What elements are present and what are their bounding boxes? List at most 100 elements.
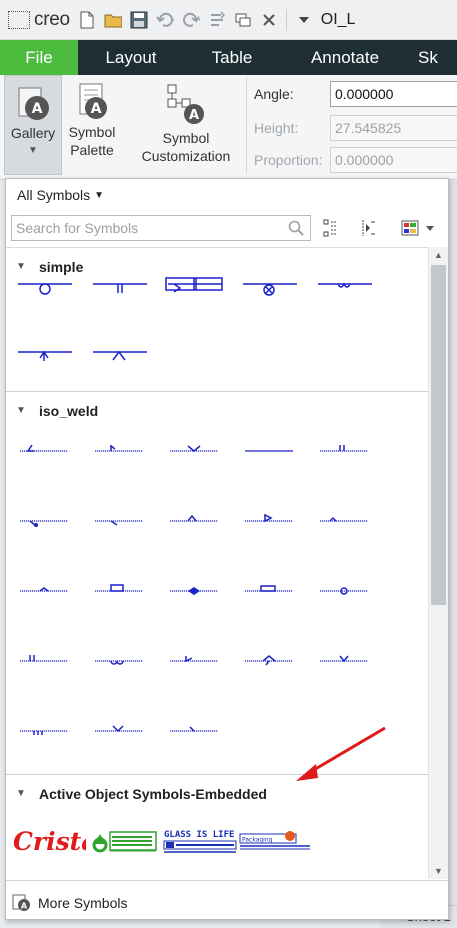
weld-symbol-5[interactable] (314, 436, 374, 466)
vertical-scrollbar[interactable]: ▲ ▼ (428, 247, 448, 879)
glass-is-life-text: GLASS IS LIFE (164, 830, 234, 840)
symbol-glyph (93, 283, 147, 293)
regenerate-icon[interactable] (208, 10, 226, 29)
section-divider (6, 774, 428, 775)
weld-symbol-20[interactable] (314, 646, 374, 676)
window-title: OI_L (320, 10, 356, 28)
weld-symbol-21[interactable] (14, 716, 74, 746)
symbol-glyph (170, 514, 218, 522)
view-options-icon[interactable] (398, 217, 438, 239)
close-window-icon[interactable] (260, 11, 278, 29)
cristar-logo-symbol[interactable]: Cristar (12, 824, 112, 858)
caret-down-icon: ▼ (94, 190, 105, 201)
symbol-palette-icon: A (79, 83, 107, 119)
open-folder-icon[interactable] (104, 11, 122, 29)
simple-symbol-4[interactable] (239, 276, 299, 306)
new-file-icon[interactable] (78, 11, 96, 29)
tab-sketch[interactable]: Sk (410, 40, 457, 75)
proportion-input[interactable] (330, 147, 457, 173)
weld-symbol-19[interactable] (239, 646, 299, 676)
weld-symbol-16[interactable] (14, 646, 74, 676)
weld-symbol-4[interactable] (239, 436, 299, 466)
packaging-logo-symbol[interactable]: Packaging (238, 824, 318, 858)
weld-symbol-23[interactable] (164, 716, 224, 746)
cristar-logo-text: Cristar (13, 827, 86, 856)
angle-input[interactable] (330, 81, 457, 107)
weld-symbol-11[interactable] (14, 576, 74, 606)
symbol-customization-label-2: Customization (141, 148, 231, 164)
all-symbols-dropdown[interactable]: All Symbols ▼ (17, 187, 104, 203)
simple-symbol-5[interactable] (314, 276, 374, 306)
recycle-logo-symbol[interactable] (88, 824, 162, 858)
symbol-palette-label-2: Palette (70, 142, 114, 158)
simple-symbol-6[interactable] (14, 344, 74, 374)
weld-symbol-3[interactable] (164, 436, 224, 466)
scroll-down-icon[interactable]: ▼ (429, 863, 448, 879)
angle-row: Angle: (254, 81, 457, 107)
weld-symbol-6[interactable] (14, 506, 74, 536)
weld-symbol-17[interactable] (89, 646, 149, 676)
symbol-glyph (18, 283, 72, 295)
undo-icon[interactable] (155, 11, 174, 29)
symbol-glyph (95, 725, 143, 733)
simple-symbol-2[interactable] (89, 276, 149, 306)
tab-layout[interactable]: Layout (78, 40, 184, 75)
collapse-triangle-icon: ▼ (16, 405, 26, 416)
height-input[interactable] (330, 115, 457, 141)
weld-symbol-22[interactable] (89, 716, 149, 746)
symbol-customization-button[interactable]: A Symbol Customization (132, 75, 240, 165)
simple-symbol-3[interactable] (164, 276, 224, 306)
tab-file[interactable]: File (0, 40, 78, 75)
scroll-up-icon[interactable]: ▲ (429, 247, 448, 263)
weld-symbol-15[interactable] (314, 576, 374, 606)
weld-symbol-9[interactable] (239, 506, 299, 536)
symbol-glyph (320, 655, 368, 663)
symbol-palette-button[interactable]: A Symbol Palette (64, 75, 120, 159)
glass-is-life-logo-symbol[interactable]: GLASS IS LIFE (162, 824, 240, 858)
symbol-glyph (170, 656, 218, 663)
symbol-glyph (170, 445, 218, 452)
section-iso-weld[interactable]: ▼ iso_weld (6, 398, 428, 424)
weld-symbol-13[interactable] (164, 576, 224, 606)
symbol-glyph (20, 520, 68, 527)
search-input[interactable] (12, 216, 272, 240)
creo-logo: creo (8, 9, 70, 31)
redo-icon[interactable] (182, 11, 200, 29)
windows-icon[interactable] (234, 11, 252, 29)
section-title: iso_weld (39, 403, 99, 419)
weld-symbol-1[interactable] (14, 436, 74, 466)
weld-symbol-8[interactable] (164, 506, 224, 536)
symbol-customization-label-1: Symbol (162, 130, 210, 146)
weld-symbol-12[interactable] (89, 576, 149, 606)
weld-symbol-7[interactable] (89, 506, 149, 536)
more-symbols-icon: A (12, 894, 30, 911)
tab-table[interactable]: Table (184, 40, 280, 75)
svg-text:A: A (189, 108, 199, 123)
customize-dropdown-icon[interactable] (295, 11, 313, 29)
simple-symbol-7[interactable] (89, 344, 149, 374)
simple-symbol-1[interactable] (14, 276, 74, 306)
ribbon-tabs: File Layout Table Annotate Sk (0, 40, 457, 75)
collapse-all-icon[interactable] (358, 217, 378, 239)
weld-symbol-2[interactable] (89, 436, 149, 466)
search-icon[interactable] (288, 220, 304, 236)
symbol-glyph (20, 730, 68, 735)
weld-symbol-10[interactable] (314, 506, 374, 536)
section-active-object-symbols[interactable]: ▼ Active Object Symbols-Embedded (6, 781, 428, 807)
symbol-glyph (245, 585, 293, 592)
chevron-down-icon: ▼ (28, 145, 38, 156)
logo-text: creo (34, 8, 70, 30)
weld-symbol-18[interactable] (164, 646, 224, 676)
app-menu-icon[interactable] (8, 10, 30, 29)
tab-annotate[interactable]: Annotate (280, 40, 410, 75)
symbol-glyph (165, 277, 223, 293)
more-symbols-button[interactable]: A More Symbols (12, 894, 127, 912)
ribbon-separator (246, 77, 247, 173)
scrollbar-thumb[interactable] (431, 265, 446, 605)
symbol-list: ▼ simple ▼ iso_weld ▼ Active Object Symb… (6, 247, 428, 879)
expand-all-icon[interactable] (320, 217, 340, 239)
weld-symbol-14[interactable] (239, 576, 299, 606)
save-icon[interactable] (130, 11, 148, 29)
height-row: Height: (254, 115, 457, 141)
gallery-button[interactable]: A Gallery ▼ (4, 75, 62, 175)
